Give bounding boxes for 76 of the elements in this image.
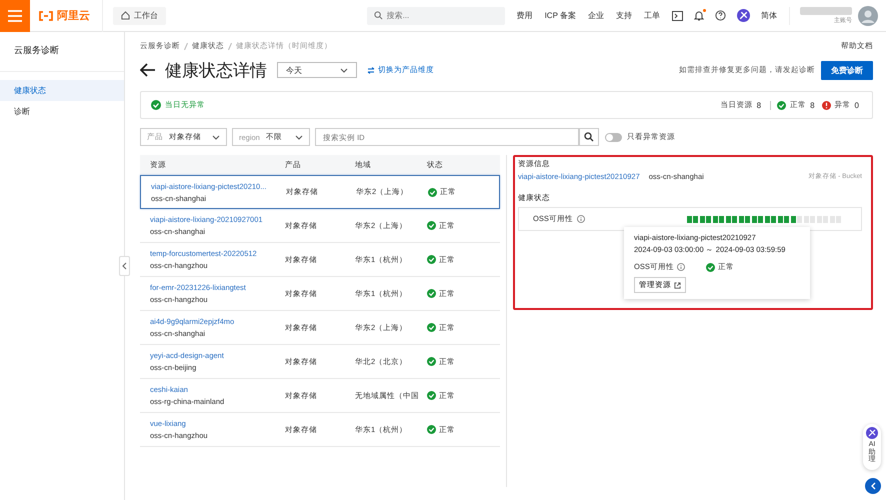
check-circle-icon — [427, 323, 436, 332]
workbench-button[interactable]: 工作台 — [113, 6, 166, 24]
check-circle-icon — [427, 357, 436, 366]
error-circle-icon — [822, 100, 831, 110]
check-circle-icon — [706, 262, 715, 272]
logo-icon — [38, 10, 54, 20]
page-title: 健康状态详情 — [165, 60, 267, 82]
health-segment[interactable] — [732, 216, 737, 222]
info-icon — [576, 215, 585, 223]
health-segment[interactable] — [706, 216, 711, 222]
sidebar-title: 云服务诊断 — [0, 44, 124, 72]
caret-icon — [212, 134, 220, 140]
nav-link[interactable]: 工单 — [644, 10, 660, 21]
assistant-icon[interactable] — [737, 9, 750, 22]
nav-link[interactable]: 企业 — [588, 10, 604, 21]
caret-icon — [340, 68, 348, 72]
search-icon — [374, 11, 383, 20]
caret-icon — [295, 134, 303, 140]
health-segment[interactable] — [778, 216, 782, 222]
nav-link[interactable]: ICP 备案 — [544, 10, 576, 21]
check-circle-icon — [427, 255, 436, 264]
breadcrumb-separator-icon — [228, 42, 232, 50]
search-field[interactable]: 搜索... — [366, 6, 505, 24]
normal-count: 8 — [810, 100, 815, 110]
search-button[interactable] — [579, 128, 599, 146]
health-segment[interactable] — [693, 216, 698, 222]
fold-button[interactable] — [865, 478, 881, 494]
health-segment[interactable] — [726, 216, 730, 222]
breadcrumb-separator-icon — [184, 42, 188, 50]
health-segment[interactable] — [745, 216, 750, 222]
check-circle-icon — [428, 188, 437, 196]
date-select[interactable]: 今天 — [277, 62, 357, 78]
bell-icon[interactable] — [694, 10, 704, 21]
check-circle-icon — [427, 391, 436, 400]
swap-icon — [367, 66, 375, 74]
home-icon — [121, 11, 130, 20]
health-segment[interactable] — [712, 216, 718, 222]
sidebar-item[interactable]: 诊断 — [0, 101, 124, 122]
chevron-left-icon — [122, 262, 127, 270]
check-circle-icon — [427, 425, 436, 434]
chevron-left-icon — [870, 482, 876, 490]
nav-link[interactable]: 费用 — [516, 10, 533, 21]
health-segment[interactable] — [758, 216, 763, 222]
health-segment[interactable] — [719, 216, 724, 222]
logo-text: 阿里云 — [57, 9, 90, 23]
external-link-icon — [674, 282, 681, 288]
free-diagnosis-button[interactable]: 免费诊断 — [821, 60, 873, 80]
health-segment[interactable] — [700, 216, 704, 222]
health-segment[interactable] — [784, 216, 789, 222]
assistant-icon — [866, 427, 878, 439]
search-icon — [584, 132, 594, 142]
health-segment[interactable] — [764, 216, 770, 222]
health-segment[interactable] — [790, 216, 796, 222]
collapse-button[interactable] — [119, 256, 130, 276]
health-segment[interactable] — [771, 216, 776, 222]
resources-count: 8 — [756, 100, 762, 110]
nav-link[interactable]: 支持 — [616, 10, 632, 21]
toggle-switch[interactable] — [605, 132, 622, 142]
menu-icon — [8, 10, 22, 22]
health-segment[interactable] — [752, 216, 756, 222]
sidebar-item[interactable]: 健康状态 — [0, 80, 124, 101]
check-circle-icon — [151, 100, 161, 110]
health-segment[interactable] — [738, 216, 744, 222]
check-circle-icon — [427, 221, 436, 230]
back-arrow-icon[interactable] — [140, 63, 156, 77]
terminal-icon[interactable] — [672, 10, 683, 20]
account-name-blurred — [800, 6, 852, 14]
avatar-icon[interactable] — [858, 6, 878, 26]
check-circle-icon — [777, 100, 786, 110]
abnormal-count: 0 — [854, 100, 859, 110]
language-link[interactable]: 简体 — [761, 10, 777, 21]
menu-button[interactable] — [0, 0, 30, 32]
health-segment[interactable] — [686, 216, 692, 222]
check-circle-icon — [427, 289, 436, 298]
help-icon[interactable] — [715, 10, 726, 21]
info-icon — [676, 263, 685, 271]
